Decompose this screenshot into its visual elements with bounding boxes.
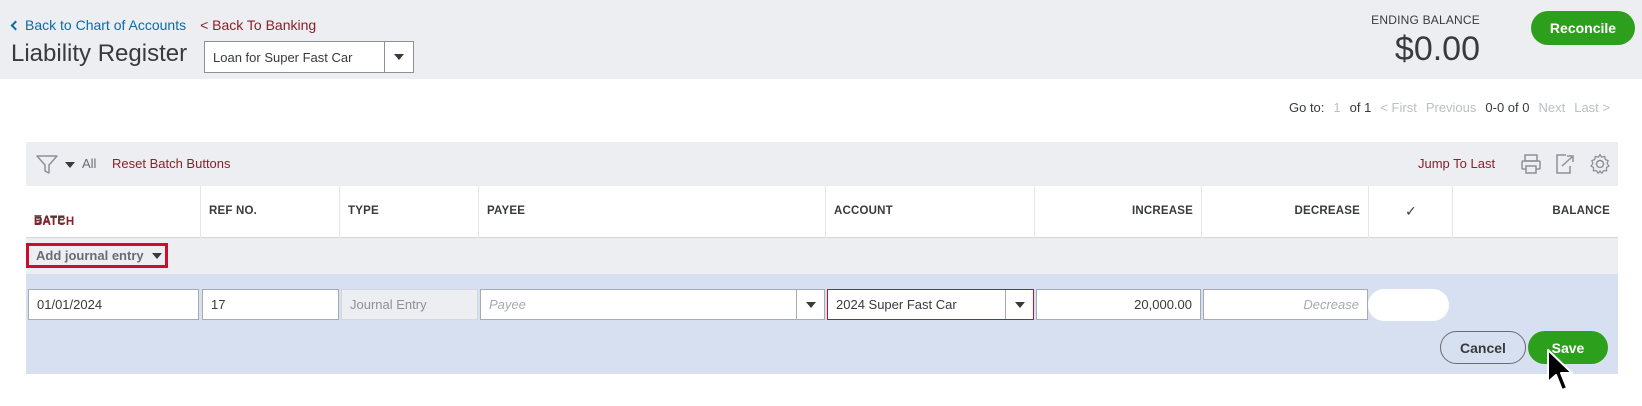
- column-account-label: ACCOUNT: [834, 205, 893, 217]
- payee-placeholder: Payee: [489, 297, 526, 312]
- column-balance-label: BALANCE: [1552, 205, 1610, 217]
- edit-row: 01/01/2024 17 Journal Entry Payee 2024 S…: [26, 274, 1618, 374]
- column-increase-label: INCREASE: [1131, 205, 1193, 217]
- page-title: Liability Register: [11, 40, 188, 67]
- last-page-link[interactable]: Last >: [1574, 100, 1610, 115]
- checkmark-icon: ✓: [1405, 203, 1417, 219]
- column-cleared[interactable]: ✓: [1369, 186, 1453, 238]
- column-type[interactable]: TYPE: [340, 186, 479, 238]
- reconcile-button[interactable]: Reconcile: [1531, 11, 1635, 45]
- ref-no-field[interactable]: 17: [202, 289, 339, 320]
- column-payee-label: PAYEE: [487, 205, 526, 217]
- filter-value: All: [82, 156, 97, 171]
- column-batch-label: BATCH: [34, 216, 75, 228]
- column-ref-no-label: REF NO.: [209, 205, 258, 217]
- increase-field[interactable]: 20,000.00: [1036, 289, 1201, 320]
- back-to-banking-link[interactable]: < Back To Banking: [200, 17, 316, 33]
- column-date[interactable]: DATE BATCH: [26, 186, 201, 238]
- pagination: Go to: 1 of 1 < First Previous 0-0 of 0 …: [1289, 100, 1610, 115]
- back-links: Back to Chart of Accounts < Back To Bank…: [10, 17, 316, 33]
- cleared-toggle[interactable]: [1368, 289, 1449, 321]
- account-select-value: Loan for Super Fast Car: [213, 49, 353, 65]
- caret-down-icon: [805, 301, 816, 308]
- add-journal-entry-dropdown[interactable]: Add journal entry: [26, 243, 168, 268]
- payee-dropdown-toggle[interactable]: [796, 290, 824, 319]
- column-ref-no[interactable]: REF NO.: [201, 186, 340, 238]
- gear-icon[interactable]: [1589, 153, 1611, 175]
- cancel-button[interactable]: Cancel: [1440, 331, 1526, 364]
- goto-label: Go to:: [1288, 100, 1325, 115]
- caret-down-icon: [151, 252, 162, 259]
- column-type-label: TYPE: [348, 205, 379, 217]
- jump-to-last-link[interactable]: Jump To Last: [1418, 156, 1495, 171]
- page-range: 0-0 of 0: [1485, 100, 1530, 115]
- first-page-link[interactable]: < First: [1380, 100, 1416, 115]
- add-entry-row: Add journal entry: [26, 238, 1618, 274]
- column-decrease[interactable]: DECREASE: [1202, 186, 1369, 238]
- back-to-chart-link[interactable]: Back to Chart of Accounts: [10, 17, 187, 33]
- account-select-toggle[interactable]: [384, 42, 413, 72]
- chevron-left-icon: [10, 20, 21, 31]
- column-account[interactable]: ACCOUNT: [826, 186, 1035, 238]
- add-journal-entry-label: Add journal entry: [36, 248, 144, 263]
- caret-down-icon: [1014, 301, 1025, 308]
- print-icon[interactable]: [1520, 153, 1542, 175]
- column-increase[interactable]: INCREASE: [1035, 186, 1202, 238]
- page-count: of 1: [1349, 100, 1372, 115]
- back-to-chart-label: Back to Chart of Accounts: [25, 17, 187, 33]
- register-header: Back to Chart of Accounts < Back To Bank…: [0, 0, 1642, 79]
- decrease-field[interactable]: Decrease: [1203, 289, 1368, 320]
- caret-down-icon: [394, 54, 404, 60]
- export-icon[interactable]: [1553, 153, 1575, 175]
- filter-icon[interactable]: [36, 155, 58, 175]
- register-toolbar: All Reset Batch Buttons Jump To Last: [26, 142, 1618, 186]
- ending-balance-label: ENDING BALANCE: [1371, 13, 1480, 27]
- previous-page-link[interactable]: Previous: [1426, 100, 1477, 115]
- ending-balance-value: $0.00: [1394, 30, 1480, 68]
- column-decrease-label: DECREASE: [1294, 205, 1360, 217]
- date-field[interactable]: 01/01/2024: [28, 289, 199, 320]
- payee-field[interactable]: Payee: [480, 289, 825, 320]
- account-field-value: 2024 Super Fast Car: [836, 297, 957, 312]
- account-dropdown-toggle[interactable]: [1005, 290, 1033, 319]
- column-header-row: DATE BATCH REF NO. TYPE PAYEE ACCOUNT IN…: [26, 186, 1618, 238]
- reset-batch-buttons-link[interactable]: Reset Batch Buttons: [112, 156, 231, 171]
- filter-dropdown-caret-icon[interactable]: [65, 162, 75, 168]
- goto-page-input[interactable]: 1: [1333, 100, 1340, 115]
- column-balance[interactable]: BALANCE: [1453, 186, 1618, 238]
- account-field[interactable]: 2024 Super Fast Car: [827, 289, 1034, 320]
- account-select[interactable]: Loan for Super Fast Car: [204, 41, 414, 73]
- column-payee[interactable]: PAYEE: [479, 186, 826, 238]
- type-field: Journal Entry: [341, 289, 478, 320]
- mouse-pointer-icon: [1547, 349, 1573, 391]
- next-page-link[interactable]: Next: [1538, 100, 1565, 115]
